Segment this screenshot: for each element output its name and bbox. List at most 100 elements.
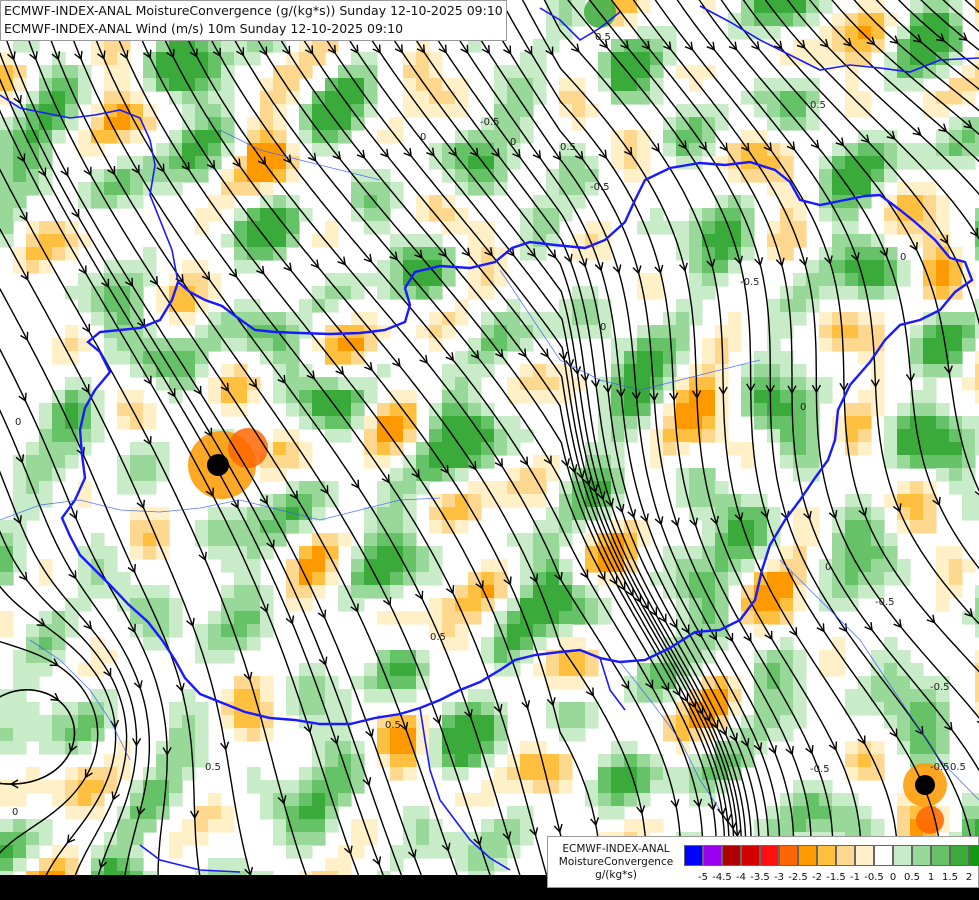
title-moisture: ECMWF-INDEX-ANAL MoistureConvergence (g/… xyxy=(4,3,503,18)
field-cell xyxy=(481,416,495,430)
field-cell xyxy=(975,377,979,391)
field-cell xyxy=(520,468,534,482)
field-cell xyxy=(637,338,651,352)
field-cell xyxy=(234,728,248,742)
field-cell xyxy=(208,520,222,534)
legend-swatch xyxy=(855,845,874,866)
field-cell xyxy=(585,702,599,716)
field-cell xyxy=(715,260,729,274)
field-cell xyxy=(299,832,313,846)
field-cell xyxy=(273,494,287,508)
field-cell xyxy=(962,429,976,443)
field-cell xyxy=(832,819,846,833)
field-cell xyxy=(936,260,950,274)
field-cell xyxy=(650,780,664,794)
field-cell xyxy=(663,351,677,365)
field-cell xyxy=(923,403,937,417)
contour-label: 0 xyxy=(600,322,606,333)
field-cell xyxy=(910,663,924,677)
field-cell xyxy=(611,143,625,157)
field-cell xyxy=(429,195,443,209)
field-cell xyxy=(806,78,820,92)
field-cell xyxy=(923,156,937,170)
field-cell xyxy=(377,663,391,677)
field-cell xyxy=(299,780,313,794)
field-cell xyxy=(689,312,703,326)
field-cell xyxy=(0,715,14,729)
field-cell xyxy=(39,741,53,755)
field-cell xyxy=(364,390,378,404)
field-cell xyxy=(793,702,807,716)
field-cell xyxy=(390,273,404,287)
field-cell xyxy=(286,221,300,235)
field-cell xyxy=(949,468,963,482)
field-cell xyxy=(806,377,820,391)
field-cell xyxy=(117,78,131,92)
field-cell xyxy=(468,494,482,508)
field-cell xyxy=(312,585,326,599)
field-cell xyxy=(52,741,66,755)
field-cell xyxy=(858,13,872,27)
field-cell xyxy=(715,429,729,443)
field-cell xyxy=(429,572,443,586)
field-cell xyxy=(689,403,703,417)
field-cell xyxy=(208,338,222,352)
field-cell xyxy=(845,208,859,222)
field-cell xyxy=(572,676,586,690)
field-cell xyxy=(936,156,950,170)
field-cell xyxy=(13,741,27,755)
field-cell xyxy=(923,390,937,404)
field-cell xyxy=(611,767,625,781)
field-cell xyxy=(702,377,716,391)
field-cell xyxy=(494,780,508,794)
map-canvas[interactable]: 00000000-0.5-0.5-0.5-0.5-0.5-0.5-0.50.50… xyxy=(0,0,979,875)
field-cell xyxy=(26,182,40,196)
field-cell xyxy=(559,104,573,118)
field-cell xyxy=(845,520,859,534)
field-cell xyxy=(676,767,690,781)
field-cell xyxy=(377,429,391,443)
field-cell xyxy=(611,793,625,807)
legend-tick: 0 xyxy=(889,872,897,883)
field-cell xyxy=(286,312,300,326)
weather-map[interactable]: 0 0 0 0 0 0 0 0 -0.5 -0.5 -0.5 -0.5 -0.5 -0.5 -0.5 0.5 0… xyxy=(0,0,979,875)
field-cell xyxy=(975,494,979,508)
field-cell xyxy=(520,533,534,547)
field-cell xyxy=(78,182,92,196)
field-cell xyxy=(533,455,547,469)
field-cell xyxy=(13,546,27,560)
field-cell xyxy=(364,312,378,326)
field-cell xyxy=(195,78,209,92)
field-cell xyxy=(442,208,456,222)
field-cell xyxy=(520,585,534,599)
field-cell xyxy=(39,442,53,456)
field-cell xyxy=(26,845,40,859)
field-cell xyxy=(299,845,313,859)
field-cell xyxy=(858,91,872,105)
field-cell xyxy=(247,637,261,651)
field-cell xyxy=(637,390,651,404)
field-cell xyxy=(507,390,521,404)
field-cell xyxy=(169,754,183,768)
field-cell xyxy=(377,208,391,222)
field-cell xyxy=(416,819,430,833)
field-cell xyxy=(208,533,222,547)
field-cell xyxy=(468,182,482,196)
field-cell xyxy=(468,611,482,625)
field-cell xyxy=(273,221,287,235)
field-cell xyxy=(273,234,287,248)
field-cell xyxy=(338,338,352,352)
field-cell xyxy=(286,442,300,456)
field-cell xyxy=(156,520,170,534)
field-cell xyxy=(169,715,183,729)
field-cell xyxy=(312,546,326,560)
field-cell xyxy=(26,507,40,521)
field-cell xyxy=(156,455,170,469)
legend-title: ECMWF-INDEX-ANAL MoistureConvergence g/(… xyxy=(551,843,681,882)
field-cell xyxy=(65,325,79,339)
field-cell xyxy=(507,156,521,170)
field-cell xyxy=(832,585,846,599)
field-cell xyxy=(923,247,937,261)
field-cell xyxy=(962,481,976,495)
field-cell xyxy=(442,494,456,508)
